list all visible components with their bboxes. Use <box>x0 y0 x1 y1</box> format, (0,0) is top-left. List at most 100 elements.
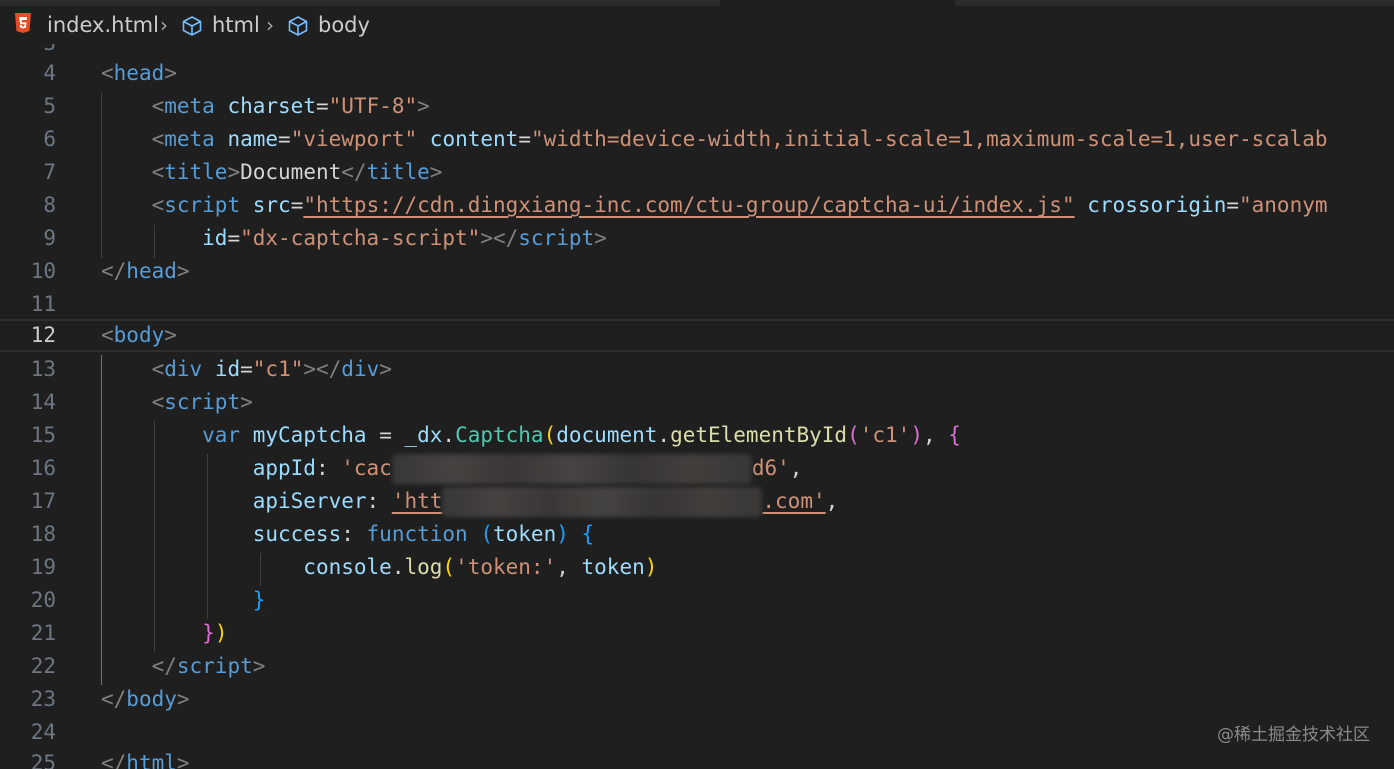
code-text: </html> <box>101 747 190 769</box>
tag-name: div <box>341 357 380 381</box>
breadcrumb-file[interactable]: index.html <box>47 10 159 40</box>
code-text: <head> <box>101 61 177 85</box>
code-line: 13 <div id="c1"></div> <box>0 353 1394 386</box>
attr-name: src <box>252 193 291 217</box>
line-number: 19 <box>30 555 56 579</box>
property: appId <box>252 456 316 480</box>
code-line: 14 <script> <box>0 386 1394 419</box>
line-number: 17 <box>30 489 56 513</box>
chevron-right-icon: › <box>266 13 274 37</box>
tag-name: script <box>518 226 595 250</box>
code-text: </head> <box>101 259 190 283</box>
attr-name: id <box>214 357 241 381</box>
attr-value: "c1" <box>252 357 304 381</box>
code-line: 16 appId: 'cac d6', <box>0 452 1394 485</box>
code-line: 23 </body> <box>0 683 1394 716</box>
chevron-right-icon: › <box>160 13 168 37</box>
tag-name: meta <box>164 94 215 118</box>
line-number: 23 <box>30 687 56 711</box>
string-start: 'htt <box>391 489 443 513</box>
code-text: <title>Document</title> <box>151 160 443 184</box>
string-end: .com' <box>762 489 826 513</box>
line-number: 13 <box>30 357 56 381</box>
attr-value: "anonym <box>1239 193 1328 217</box>
code-line: 7 <title>Document</title> <box>0 156 1394 189</box>
text-content: Document <box>240 160 342 184</box>
breadcrumb-item-label: body <box>318 13 370 37</box>
parameter: token <box>493 522 557 546</box>
code-line: 4 <head> <box>0 57 1394 90</box>
tag-name: title <box>366 160 430 184</box>
code-line-active: 12 <body> <box>0 319 1394 352</box>
keyword: var <box>202 423 241 447</box>
line-number: 10 <box>30 259 56 283</box>
code-text: <meta name="viewport" content="width=dev… <box>151 127 1328 151</box>
line-number: 6 <box>43 127 56 151</box>
tab-strip-edge-right <box>955 0 1394 6</box>
code-line: 25 </html> <box>0 747 1394 769</box>
code-line: 20 } <box>0 584 1394 617</box>
code-line: 8 <script src="https://cdn.dingxiang-inc… <box>0 189 1394 222</box>
attr-name: content <box>429 127 519 151</box>
tag-name: html <box>126 751 177 769</box>
code-line: 19 console.log('token:', token) <box>0 551 1394 584</box>
redacted-blur <box>442 487 763 517</box>
tag-name: meta <box>164 127 215 151</box>
code-line: 17 apiServer: 'htt .com', <box>0 485 1394 518</box>
code-line: 15 var myCaptcha = _dx.Captcha(document.… <box>0 419 1394 452</box>
code-text: <script src="https://cdn.dingxiang-inc.c… <box>151 193 1328 217</box>
url-link[interactable]: https://cdn.dingxiang-inc.com/ctu-group/… <box>316 193 1062 217</box>
line-number-current: 12 <box>30 323 56 347</box>
tag-name: script <box>176 654 253 678</box>
code-text: <div id="c1"></div> <box>151 357 392 381</box>
tag-name: script <box>164 390 241 414</box>
line-number: 5 <box>43 94 56 118</box>
code-line: 5 <meta charset="UTF-8"> <box>0 90 1394 123</box>
line-number: 24 <box>30 720 56 744</box>
line-number: 25 <box>30 751 56 769</box>
code-editor[interactable]: 3 4 <head> 5 <meta charset="UTF-8"> 6 <m… <box>0 44 1394 769</box>
breadcrumb-item-html[interactable]: html <box>212 10 260 40</box>
code-text: var myCaptcha = _dx.Captcha(document.get… <box>202 423 961 447</box>
line-number: 18 <box>30 522 56 546</box>
redacted-blur <box>391 454 752 484</box>
line-number: 7 <box>43 160 56 184</box>
variable: console <box>303 555 392 579</box>
code-text: </body> <box>101 687 190 711</box>
code-line: 24 <box>0 716 1394 749</box>
parameter: token <box>581 555 645 579</box>
tag-name: script <box>164 193 241 217</box>
function-name: getElementById <box>670 423 848 447</box>
line-number: 20 <box>30 588 56 612</box>
line-number: 11 <box>30 292 56 316</box>
code-text: }) <box>202 621 228 645</box>
tag-name: head <box>113 61 165 85</box>
attr-name: name <box>227 127 279 151</box>
attr-name: charset <box>227 94 316 118</box>
function-name: log <box>404 555 443 579</box>
string: 'c1' <box>859 423 911 447</box>
string: 'token:' <box>455 555 557 579</box>
attr-value: "UTF-8" <box>328 94 418 118</box>
cube-icon <box>182 16 202 36</box>
code-text: </script> <box>151 654 266 678</box>
code-text: <meta charset="UTF-8"> <box>151 94 430 118</box>
attr-name: crossorigin <box>1087 193 1227 217</box>
line-number: 22 <box>30 654 56 678</box>
attr-value: "viewport" <box>290 127 418 151</box>
line-number: 4 <box>43 61 56 85</box>
breadcrumb-item-label: html <box>212 13 260 37</box>
code-text: <script> <box>151 390 253 414</box>
code-line: 21 }) <box>0 617 1394 650</box>
cube-icon <box>288 16 308 36</box>
code-line: 9 id="dx-captcha-script"></script> <box>0 222 1394 255</box>
operator: = <box>366 423 405 447</box>
class-name: Captcha <box>455 423 544 447</box>
attr-value: "dx-captcha-script" <box>240 226 481 250</box>
breadcrumb-item-body[interactable]: body <box>318 10 370 40</box>
tag-name: head <box>126 259 177 283</box>
code-line: 22 </script> <box>0 650 1394 683</box>
code-text: appId: 'cac d6', <box>101 452 802 485</box>
property: success <box>252 522 342 546</box>
variable: document <box>556 423 658 447</box>
